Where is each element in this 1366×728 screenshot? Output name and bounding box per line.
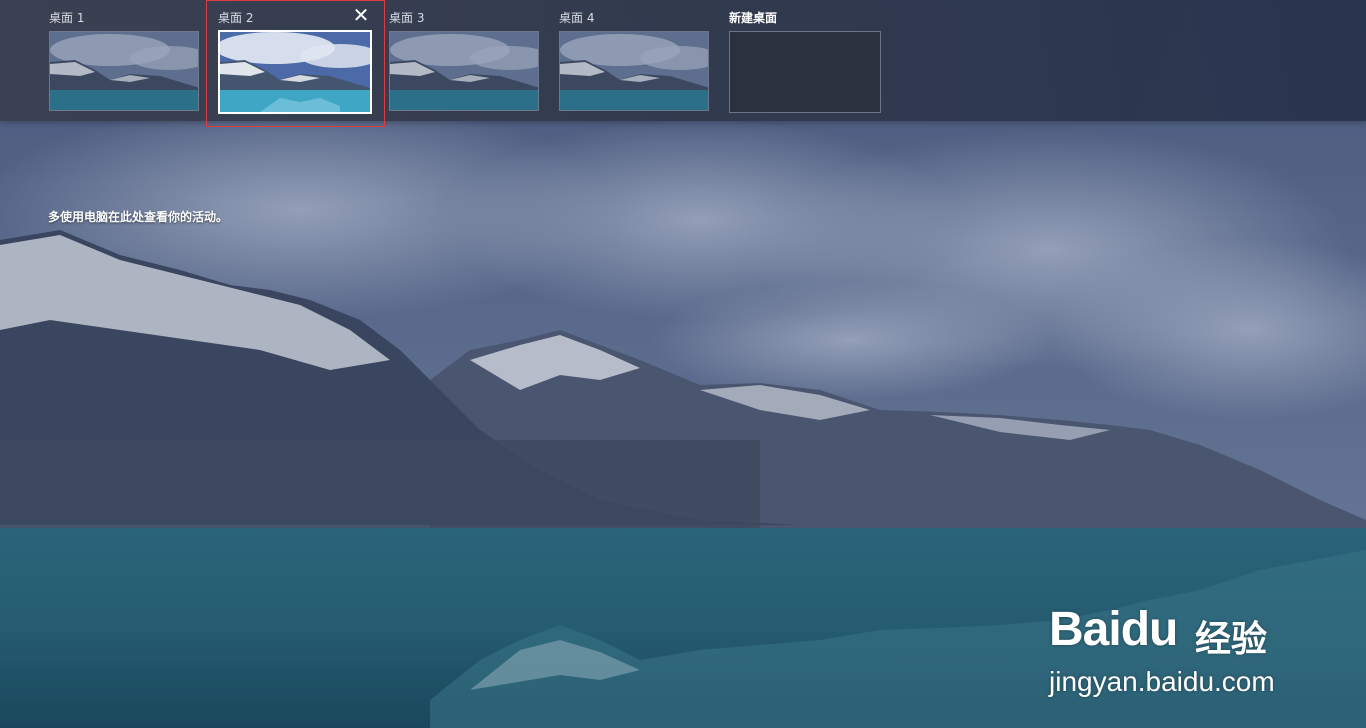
desktop-4-label: 桌面 4 (559, 11, 595, 25)
desktop-4-thumbnail[interactable] (559, 31, 709, 111)
desktop-1-thumbnail[interactable] (49, 31, 199, 111)
desktop-4[interactable]: 桌面 4 (559, 0, 729, 121)
new-desktop-button[interactable] (729, 31, 881, 113)
virtual-desktop-bar: 桌面 1 桌面 2 ✕ 桌面 3 桌面 4 新建桌面 (0, 0, 1366, 127)
desktop-3-label: 桌面 3 (389, 11, 425, 25)
desktop-2-thumbnail[interactable] (218, 30, 372, 114)
watermark-url: jingyan.baidu.com (1049, 666, 1275, 697)
new-desktop[interactable]: 新建桌面 (729, 0, 899, 121)
close-desktop-icon[interactable]: ✕ (351, 5, 371, 25)
desktop-1-label: 桌面 1 (49, 11, 85, 25)
desktop-1[interactable]: 桌面 1 (49, 0, 219, 121)
watermark-logo: Baidu (1049, 603, 1178, 656)
watermark-cn-text: 经验 (1195, 619, 1268, 660)
new-desktop-label: 新建桌面 (729, 11, 778, 25)
desktop-2-label: 桌面 2 (218, 11, 254, 25)
baidu-jingyan-watermark: Baidu 经验 jingyan.baidu.com (1045, 580, 1305, 700)
desktop-3[interactable]: 桌面 3 (389, 0, 559, 121)
activity-message: 多使用电脑在此处查看你的活动。 (48, 210, 229, 224)
desktop-2[interactable]: 桌面 2 ✕ (206, 0, 388, 127)
desktop-3-thumbnail[interactable] (389, 31, 539, 111)
